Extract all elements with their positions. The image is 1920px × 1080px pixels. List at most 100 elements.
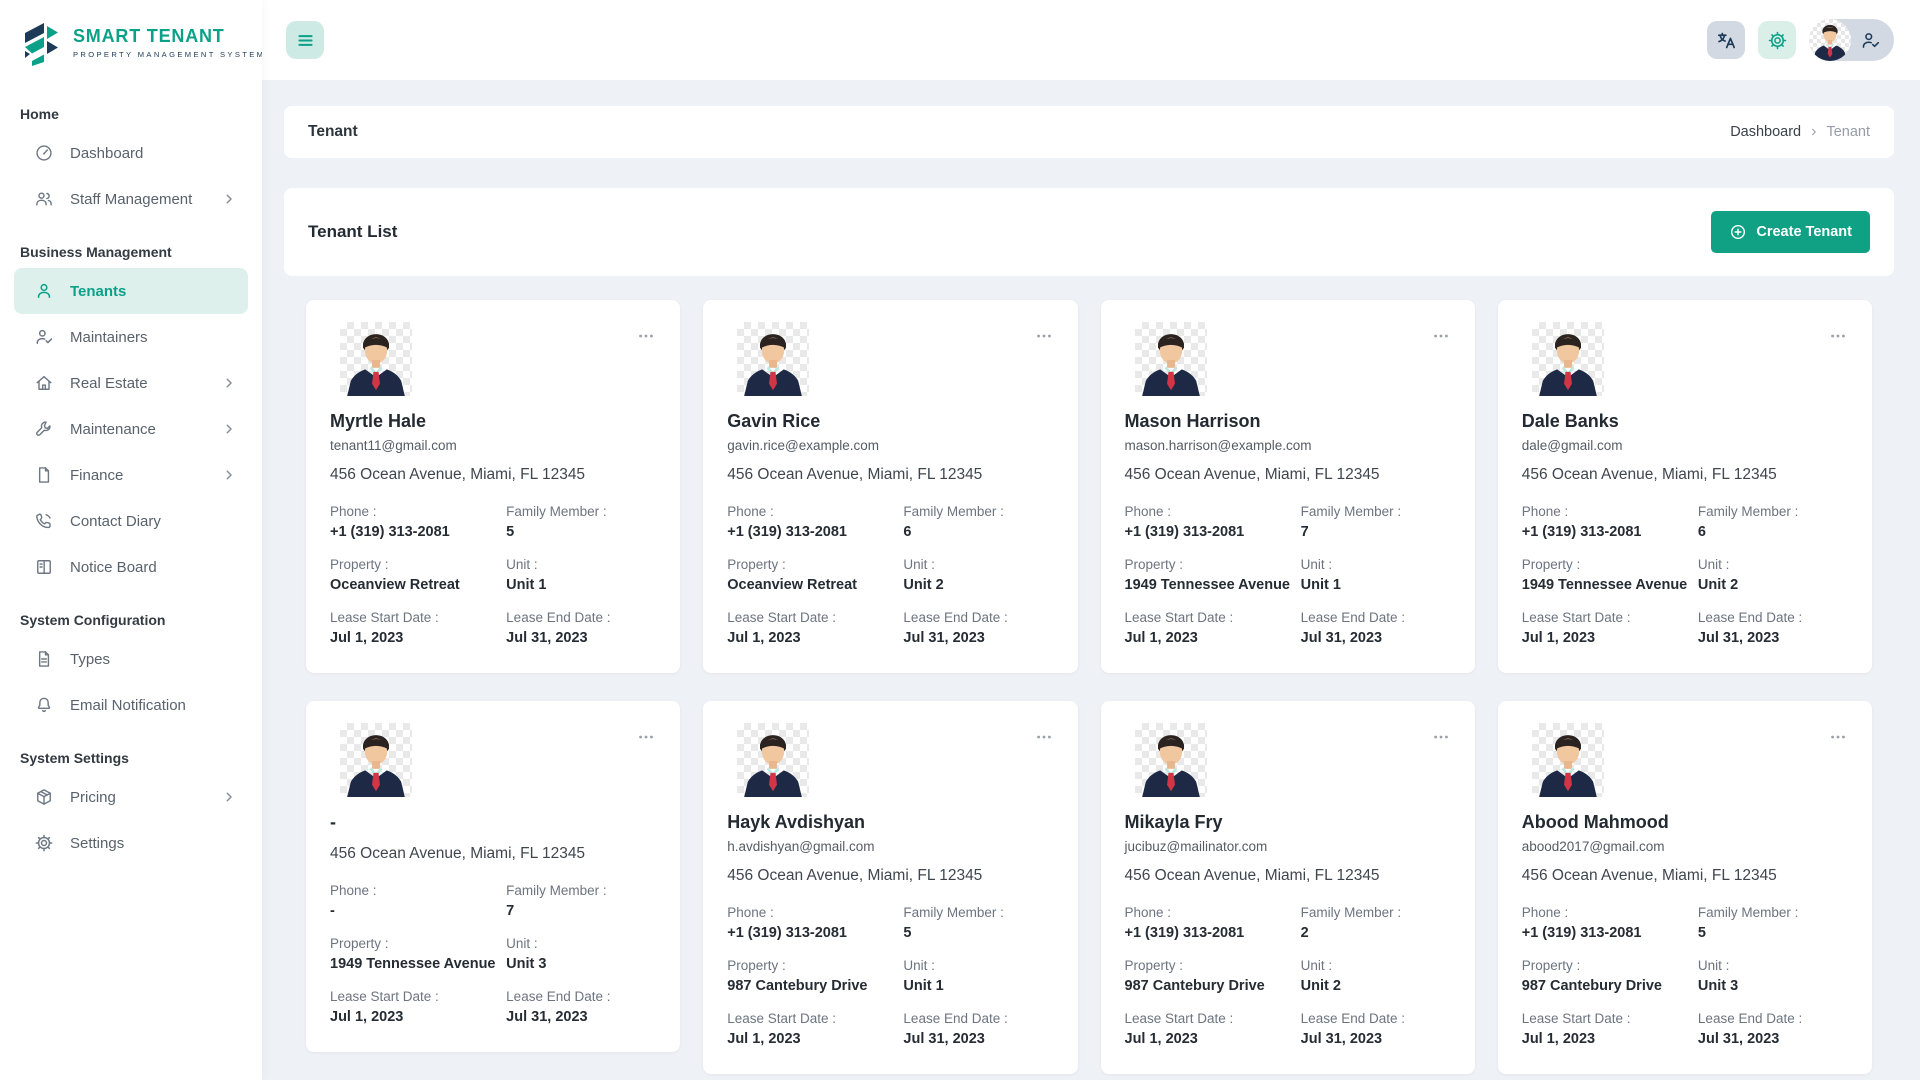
lease-end-label: Lease End Date : bbox=[1301, 1010, 1451, 1027]
lease-start-value: Jul 1, 2023 bbox=[727, 629, 903, 647]
lease-end-value: Jul 31, 2023 bbox=[1698, 629, 1848, 647]
lease-start-label: Lease Start Date : bbox=[727, 1010, 903, 1027]
lease-start-value: Jul 1, 2023 bbox=[1125, 1030, 1301, 1048]
sidebar-section-system-settings: System Settings Pricing Settings bbox=[14, 750, 248, 866]
card-menu-button[interactable] bbox=[1828, 723, 1848, 747]
user-menu-button[interactable] bbox=[1809, 19, 1894, 61]
card-menu-button[interactable] bbox=[1034, 322, 1054, 346]
phone-value: +1 (319) 313-2081 bbox=[1522, 523, 1698, 541]
lease-end-label: Lease End Date : bbox=[1698, 1010, 1848, 1027]
sidebar-item[interactable]: Real Estate bbox=[14, 360, 248, 406]
tenant-address: 456 Ocean Avenue, Miami, FL 12345 bbox=[1522, 866, 1848, 886]
card-menu-button[interactable] bbox=[1828, 322, 1848, 346]
sidebar-item[interactable]: Notice Board bbox=[14, 544, 248, 590]
family-member-label: Family Member : bbox=[1698, 503, 1848, 520]
card-menu-button[interactable] bbox=[1431, 723, 1451, 747]
breadcrumb-dashboard[interactable]: Dashboard bbox=[1730, 124, 1801, 140]
gear-icon bbox=[34, 833, 54, 853]
lease-start-value: Jul 1, 2023 bbox=[727, 1030, 903, 1048]
tenant-card: - 456 Ocean Avenue, Miami, FL 12345 Phon… bbox=[306, 701, 680, 1052]
card-menu-button[interactable] bbox=[636, 723, 656, 747]
family-member-value: 2 bbox=[1301, 924, 1451, 942]
property-value: Oceanview Retreat bbox=[727, 576, 903, 594]
hamburger-menu-button[interactable] bbox=[286, 21, 324, 59]
lease-end-value: Jul 31, 2023 bbox=[1698, 1030, 1848, 1048]
lease-end-label: Lease End Date : bbox=[506, 609, 656, 626]
sidebar-item[interactable]: Pricing bbox=[14, 774, 248, 820]
lease-end-value: Jul 31, 2023 bbox=[1301, 629, 1451, 647]
main-content: Tenant Dashboard › Tenant Tenant List Cr… bbox=[262, 80, 1920, 1080]
language-button[interactable] bbox=[1707, 21, 1745, 59]
unit-label: Unit : bbox=[1698, 556, 1848, 573]
create-tenant-button[interactable]: Create Tenant bbox=[1711, 211, 1870, 253]
unit-value: Unit 1 bbox=[506, 576, 656, 594]
lease-end-label: Lease End Date : bbox=[1698, 609, 1848, 626]
sidebar-item[interactable]: Tenants bbox=[14, 268, 248, 314]
card-menu-button[interactable] bbox=[636, 322, 656, 346]
tenant-card: Myrtle Hale tenant11@gmail.com 456 Ocean… bbox=[306, 300, 680, 673]
translate-icon bbox=[1716, 30, 1737, 51]
unit-label: Unit : bbox=[903, 556, 1053, 573]
tenant-avatar bbox=[737, 322, 809, 396]
phone-value: +1 (319) 313-2081 bbox=[727, 924, 903, 942]
sidebar-item[interactable]: Contact Diary bbox=[14, 498, 248, 544]
family-member-label: Family Member : bbox=[903, 904, 1053, 921]
tenant-name: - bbox=[330, 811, 656, 833]
lease-start-value: Jul 1, 2023 bbox=[1522, 629, 1698, 647]
tenant-email: abood2017@gmail.com bbox=[1522, 838, 1848, 855]
dashboard-icon bbox=[34, 143, 54, 163]
brand-logo[interactable]: SMART TENANT PROPERTY MANAGEMENT SYSTEM bbox=[0, 0, 262, 80]
family-member-value: 7 bbox=[1301, 523, 1451, 541]
document-icon bbox=[34, 649, 54, 669]
sidebar-item[interactable]: Dashboard bbox=[14, 130, 248, 176]
sidebar-item[interactable]: Maintenance bbox=[14, 406, 248, 452]
settings-button[interactable] bbox=[1758, 21, 1796, 59]
sidebar-item[interactable]: Types bbox=[14, 636, 248, 682]
staff-icon bbox=[34, 189, 54, 209]
unit-label: Unit : bbox=[1698, 957, 1848, 974]
sidebar-item[interactable]: Email Notification bbox=[14, 682, 248, 728]
list-header-bar: Tenant List Create Tenant bbox=[284, 188, 1894, 276]
tenant-card: Hayk Avdishyan h.avdishyan@gmail.com 456… bbox=[703, 701, 1077, 1074]
tenant-card-grid: Myrtle Hale tenant11@gmail.com 456 Ocean… bbox=[284, 300, 1894, 1074]
phone-label: Phone : bbox=[727, 503, 903, 520]
tenant-avatar bbox=[1135, 723, 1207, 797]
sidebar-item-label: Types bbox=[70, 651, 110, 668]
property-label: Property : bbox=[330, 556, 506, 573]
tenant-card: Dale Banks dale@gmail.com 456 Ocean Aven… bbox=[1498, 300, 1872, 673]
property-label: Property : bbox=[727, 957, 903, 974]
property-label: Property : bbox=[330, 935, 506, 952]
sidebar-item[interactable]: Finance bbox=[14, 452, 248, 498]
property-label: Property : bbox=[1125, 957, 1301, 974]
lease-end-value: Jul 31, 2023 bbox=[506, 629, 656, 647]
property-value: Oceanview Retreat bbox=[330, 576, 506, 594]
card-menu-button[interactable] bbox=[1431, 322, 1451, 346]
chevron-right-icon bbox=[222, 422, 236, 436]
hamburger-icon bbox=[295, 30, 316, 51]
tenant-card: Mason Harrison mason.harrison@example.co… bbox=[1101, 300, 1475, 673]
lease-end-value: Jul 31, 2023 bbox=[903, 629, 1053, 647]
breadcrumb-separator: › bbox=[1811, 124, 1816, 140]
sidebar-section-header: System Settings bbox=[20, 750, 242, 766]
tenant-name: Abood Mahmood bbox=[1522, 811, 1848, 833]
user-avatar bbox=[1809, 19, 1851, 61]
sidebar-item[interactable]: Staff Management bbox=[14, 176, 248, 222]
unit-label: Unit : bbox=[1301, 957, 1451, 974]
unit-value: Unit 2 bbox=[1698, 576, 1848, 594]
lease-start-label: Lease Start Date : bbox=[727, 609, 903, 626]
sidebar-item[interactable]: Maintainers bbox=[14, 314, 248, 360]
phone-label: Phone : bbox=[1125, 904, 1301, 921]
unit-label: Unit : bbox=[506, 935, 656, 952]
unit-value: Unit 1 bbox=[903, 977, 1053, 995]
card-menu-button[interactable] bbox=[1034, 723, 1054, 747]
tenant-card: Gavin Rice gavin.rice@example.com 456 Oc… bbox=[703, 300, 1077, 673]
lease-end-label: Lease End Date : bbox=[1301, 609, 1451, 626]
property-label: Property : bbox=[1125, 556, 1301, 573]
sidebar-item[interactable]: Settings bbox=[14, 820, 248, 866]
property-value: 1949 Tennessee Avenue bbox=[330, 955, 506, 973]
page-title: Tenant bbox=[308, 123, 358, 141]
phone-value: +1 (319) 313-2081 bbox=[330, 523, 506, 541]
wrench-icon bbox=[34, 419, 54, 439]
lease-end-value: Jul 31, 2023 bbox=[506, 1008, 656, 1026]
tenant-address: 456 Ocean Avenue, Miami, FL 12345 bbox=[1125, 465, 1451, 485]
